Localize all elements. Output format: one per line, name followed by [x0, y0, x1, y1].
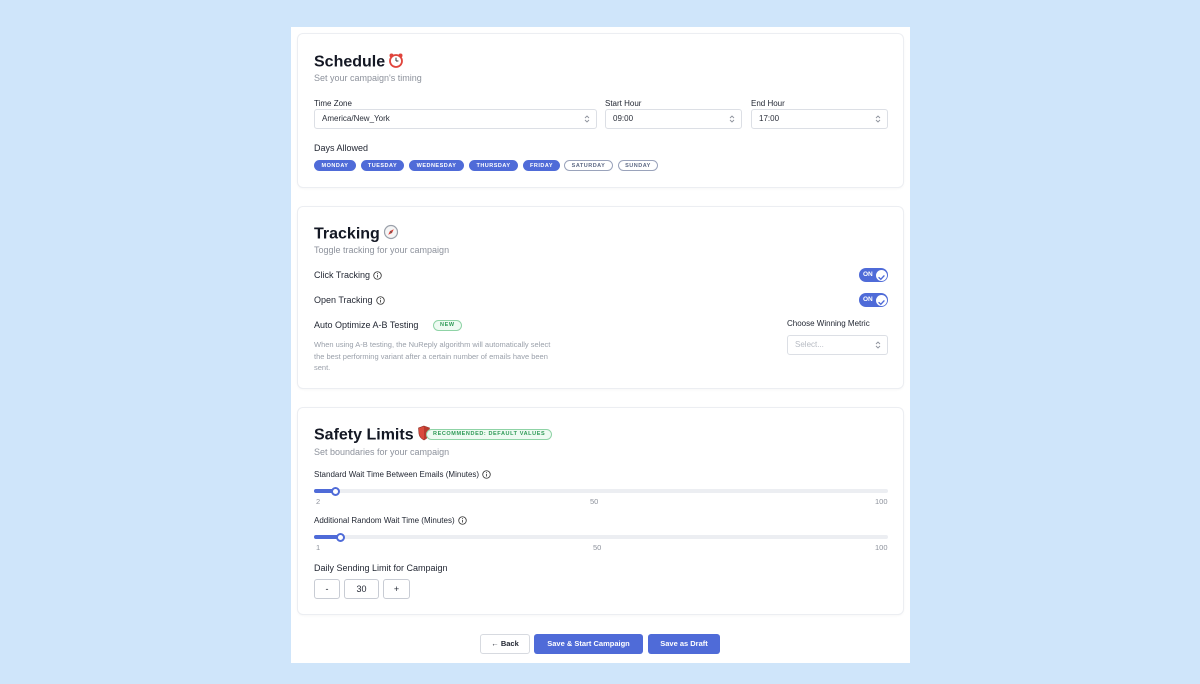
open-tracking-row: Open Tracking — [314, 295, 385, 305]
safety-limits-card: Safety Limits RECOMMENDED: DEFAULT VALUE… — [297, 407, 904, 615]
back-button[interactable]: ← Back — [480, 634, 530, 654]
random-wait-label: Additional Random Wait Time (Minutes) — [314, 516, 455, 525]
info-icon[interactable] — [375, 296, 385, 305]
toggle-state-label: ON — [863, 271, 873, 278]
open-tracking-toggle[interactable]: ON — [859, 293, 888, 307]
increment-button[interactable]: + — [383, 579, 410, 599]
day-chip-friday[interactable]: FRIDAY — [523, 160, 560, 171]
standard-wait-row: Standard Wait Time Between Emails (Minut… — [314, 470, 491, 480]
random-wait-slider-thumb[interactable] — [336, 532, 345, 542]
random-wait-slider-track[interactable] — [314, 535, 888, 539]
tracking-heading: Tracking — [314, 224, 399, 245]
save-start-campaign-button[interactable]: Save & Start Campaign — [534, 634, 643, 654]
schedule-heading: Schedule — [314, 52, 404, 73]
standard-wait-slider-track[interactable] — [314, 489, 888, 493]
toggle-state-label: ON — [863, 296, 873, 303]
check-icon — [877, 274, 885, 280]
day-chip-sunday[interactable]: SUNDAY — [618, 160, 658, 171]
auto-optimize-label: Auto Optimize A-B Testing — [314, 320, 419, 330]
winning-metric-placeholder: Select... — [795, 340, 824, 349]
day-chip-wednesday[interactable]: WEDNESDAY — [409, 160, 464, 171]
winning-metric-select[interactable]: Select... — [787, 335, 888, 355]
start-hour-value: 09:00 — [613, 114, 634, 123]
chevron-updown-icon — [584, 115, 590, 123]
tracking-card: Tracking Toggle tracking for your campai… — [297, 206, 904, 389]
info-icon[interactable] — [482, 470, 491, 480]
campaign-settings-panel: Schedule Set your campaign's timing Time… — [291, 27, 910, 663]
decrement-button[interactable]: - — [314, 579, 340, 599]
safety-heading: Safety Limits — [314, 425, 431, 446]
end-hour-value: 17:00 — [759, 114, 780, 123]
chevron-updown-icon — [875, 341, 881, 349]
day-chip-thursday[interactable]: THURSDAY — [469, 160, 518, 171]
chevron-updown-icon — [875, 115, 881, 123]
alarm-clock-icon — [388, 52, 404, 73]
save-draft-button[interactable]: Save as Draft — [648, 634, 720, 654]
standard-wait-min: 2 — [316, 497, 321, 506]
random-wait-max: 100 — [875, 543, 888, 552]
start-hour-label: Start Hour — [605, 99, 642, 108]
click-tracking-label: Click Tracking — [314, 270, 371, 280]
toggle-knob — [875, 269, 887, 281]
days-allowed-label: Days Allowed — [314, 143, 369, 153]
standard-wait-max: 100 — [875, 497, 888, 506]
compass-icon — [383, 224, 399, 245]
day-chip-saturday[interactable]: SATURDAY — [564, 160, 613, 171]
random-wait-mid: 50 — [593, 543, 602, 552]
chevron-updown-icon — [729, 115, 735, 123]
standard-wait-label: Standard Wait Time Between Emails (Minut… — [314, 470, 480, 479]
click-tracking-toggle[interactable]: ON — [859, 268, 888, 282]
toggle-knob — [875, 294, 887, 306]
daily-limit-input[interactable]: 30 — [344, 579, 379, 599]
safety-title: Safety Limits — [314, 426, 414, 444]
safety-subtitle: Set boundaries for your campaign — [314, 447, 450, 457]
schedule-title: Schedule — [314, 53, 386, 71]
new-badge: NEW — [433, 320, 462, 331]
random-wait-min: 1 — [316, 543, 321, 552]
time-zone-label: Time Zone — [314, 99, 352, 108]
day-chip-tuesday[interactable]: TUESDAY — [361, 160, 404, 171]
random-wait-row: Additional Random Wait Time (Minutes) — [314, 516, 467, 526]
start-hour-select[interactable]: 09:00 — [605, 109, 742, 129]
schedule-subtitle: Set your campaign's timing — [314, 73, 422, 83]
check-icon — [877, 299, 885, 305]
schedule-card: Schedule Set your campaign's timing Time… — [297, 33, 904, 188]
tracking-title: Tracking — [314, 225, 380, 243]
click-tracking-row: Click Tracking — [314, 270, 382, 280]
auto-optimize-description: When using A-B testing, the NuReply algo… — [314, 340, 551, 372]
info-icon[interactable] — [373, 271, 382, 280]
time-zone-select[interactable]: America/New_York — [314, 109, 597, 129]
tracking-subtitle: Toggle tracking for your campaign — [314, 245, 450, 255]
standard-wait-slider-thumb[interactable] — [331, 486, 340, 496]
day-chip-monday[interactable]: MONDAY — [314, 160, 356, 171]
open-tracking-label: Open Tracking — [314, 295, 373, 305]
end-hour-select[interactable]: 17:00 — [751, 109, 888, 129]
time-zone-value: America/New_York — [322, 114, 390, 123]
winning-metric-label: Choose Winning Metric — [787, 319, 870, 328]
standard-wait-mid: 50 — [590, 497, 599, 506]
info-icon[interactable] — [457, 516, 467, 526]
end-hour-label: End Hour — [751, 99, 785, 108]
daily-limit-label: Daily Sending Limit for Campaign — [314, 563, 448, 573]
recommended-badge: RECOMMENDED: DEFAULT VALUES — [426, 429, 553, 440]
